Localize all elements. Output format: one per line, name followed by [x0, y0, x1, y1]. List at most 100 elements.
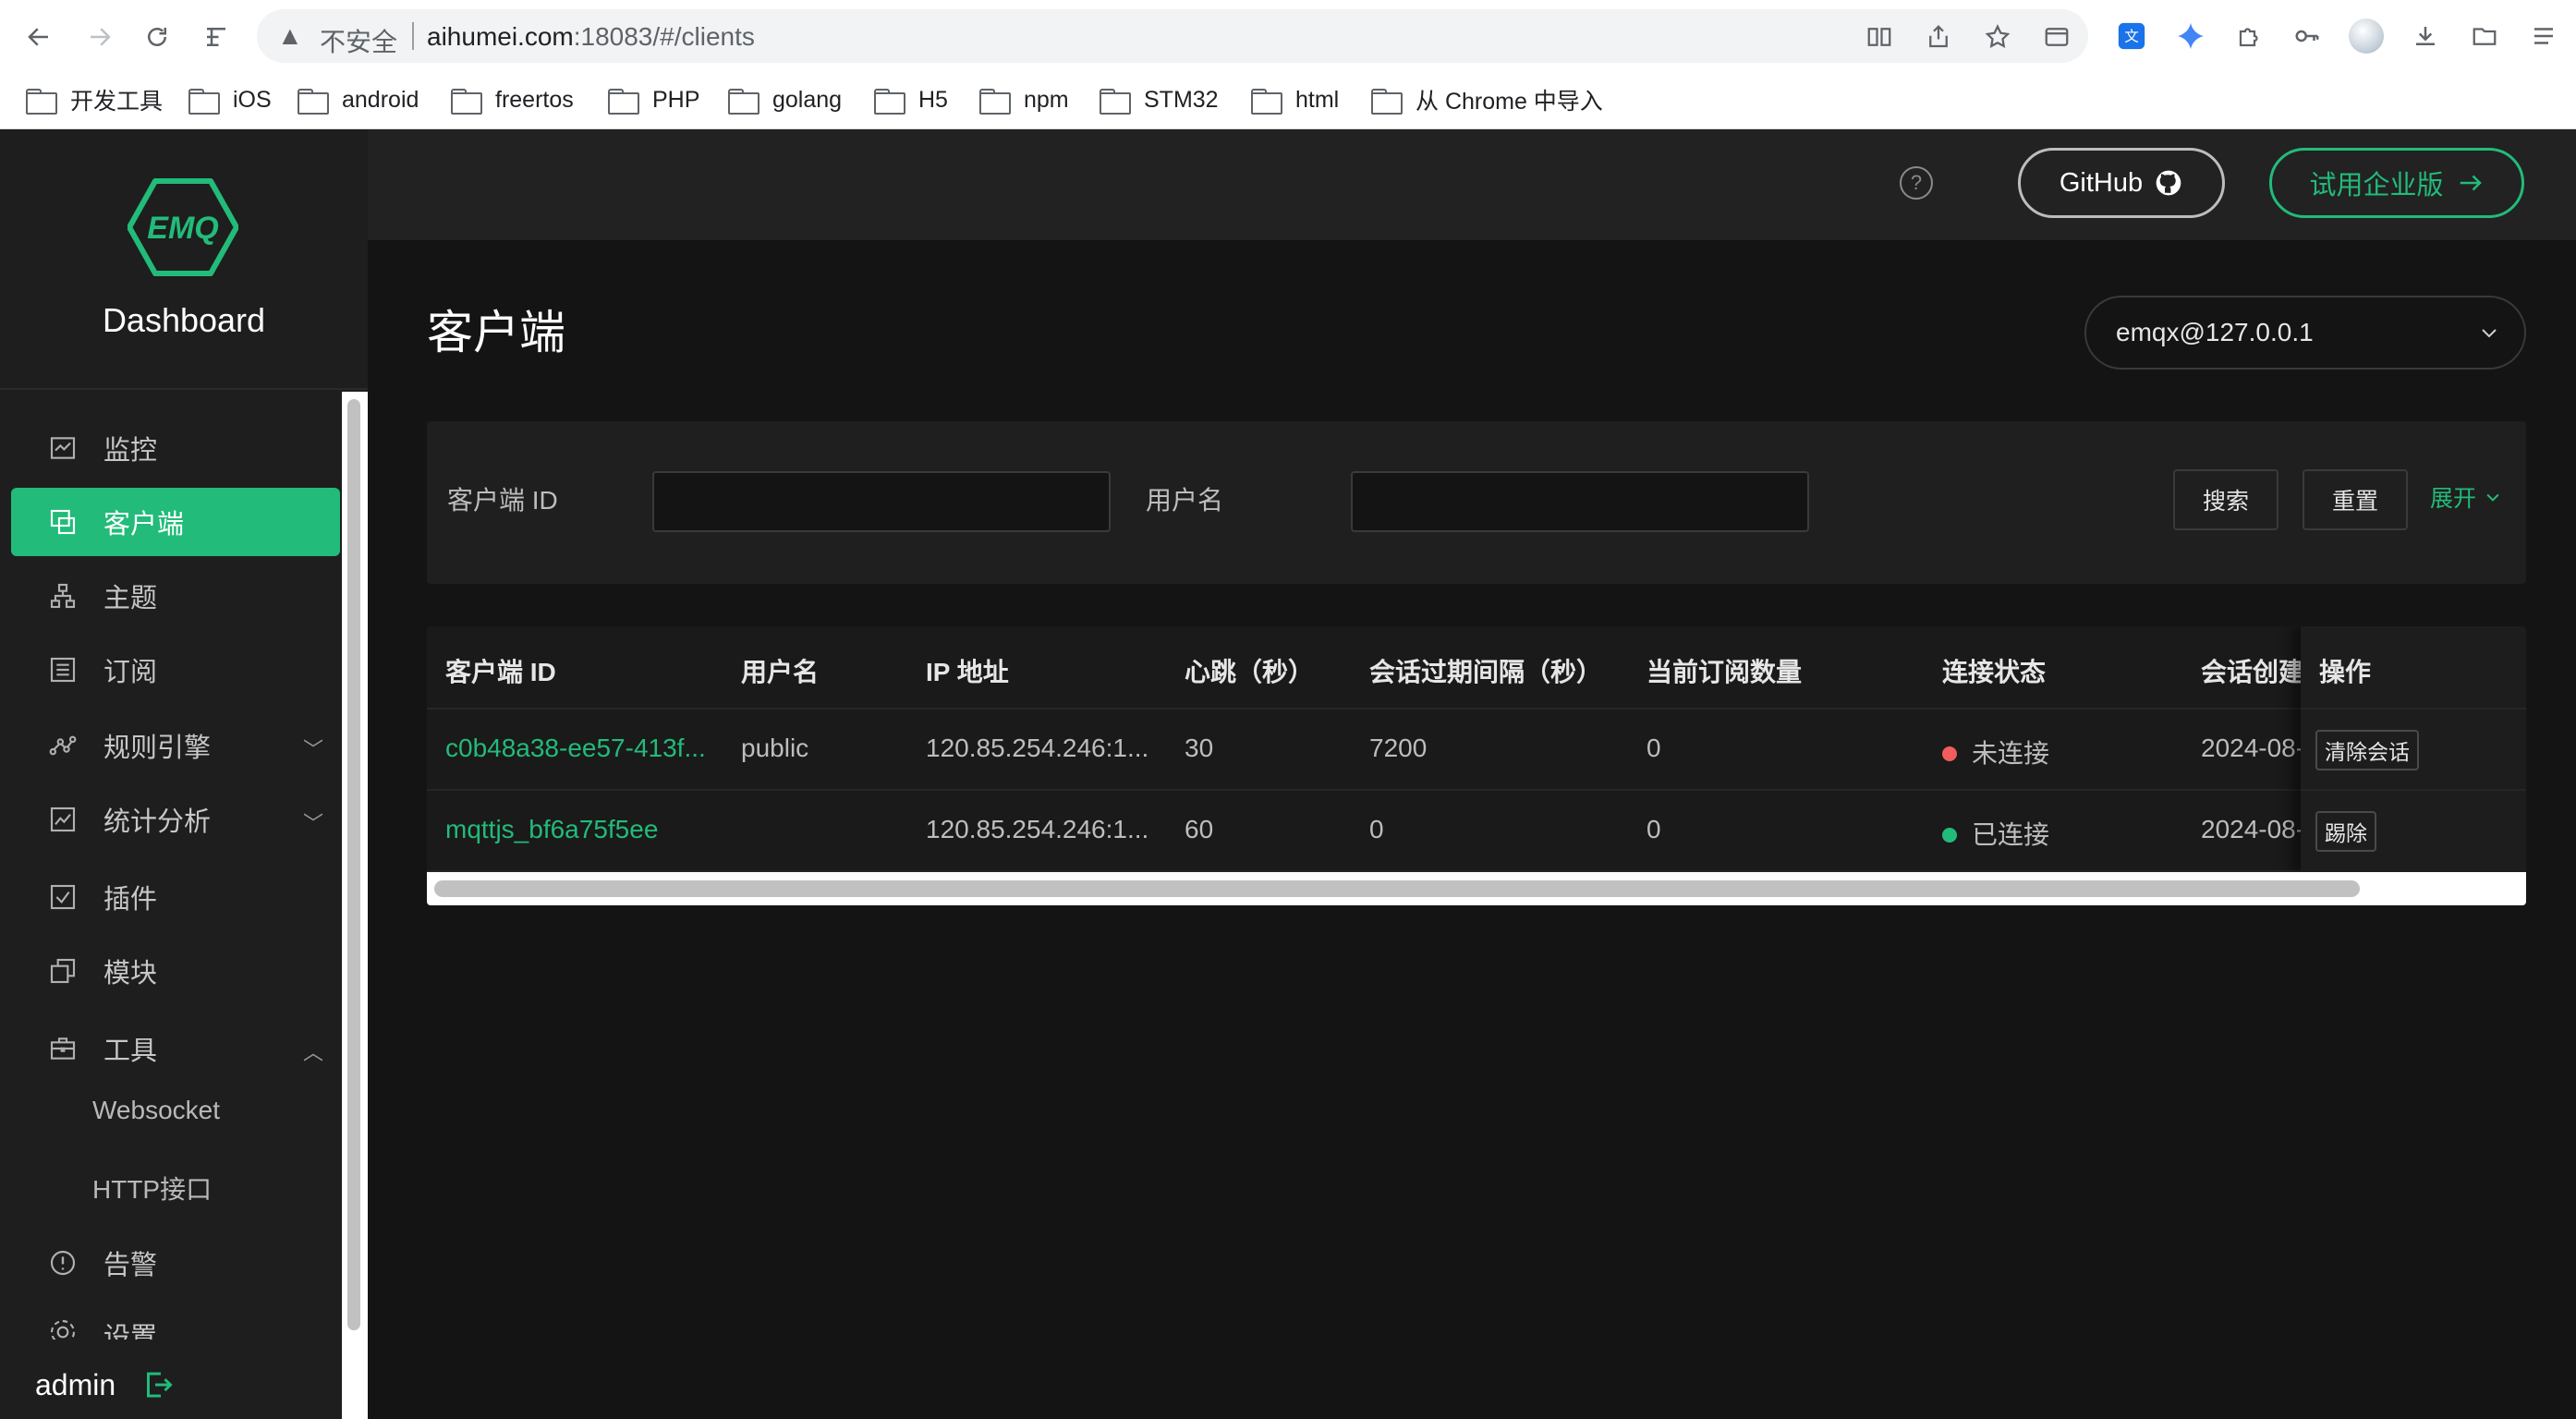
expiry-cell: 0: [1369, 815, 1384, 843]
sidebar-item-rule-engine[interactable]: 规则引擎 ﹀: [11, 711, 340, 780]
client-id-label: 客户端 ID: [447, 486, 558, 515]
table-horizontal-scrollbar[interactable]: [427, 872, 2526, 905]
password-key-icon[interactable]: [2288, 17, 2327, 55]
reset-button[interactable]: 重置: [2303, 469, 2408, 530]
sidebar-item-plugins[interactable]: 插件: [11, 863, 340, 931]
sidebar-scrollbar-thumb[interactable]: [347, 399, 360, 1330]
address-bar[interactable]: ▲ 不安全 aihumei.com:18083/#/clients: [257, 9, 2088, 63]
row-divider: [2301, 789, 2526, 791]
bookmark-folder[interactable]: golang: [728, 81, 842, 118]
brand-title: Dashboard: [102, 301, 266, 339]
search-button[interactable]: 搜索: [2173, 469, 2278, 530]
back-icon[interactable]: [18, 17, 59, 57]
status-text: 未连接: [1972, 739, 2050, 768]
reading-list-icon[interactable]: [196, 17, 237, 57]
bookmark-folder[interactable]: npm: [979, 81, 1069, 118]
sidebar-item-settings[interactable]: 设置: [11, 1303, 340, 1340]
monitor-chart-icon: [46, 431, 79, 465]
forward-icon[interactable]: [79, 17, 120, 57]
sidebar-item-tools[interactable]: 工具 ︿: [11, 1014, 340, 1083]
github-button[interactable]: GitHub: [2018, 148, 2225, 218]
bookmark-label: golang: [772, 86, 843, 113]
browser-menu-icon[interactable]: [2524, 17, 2563, 55]
ip-cell: 120.85.254.246:1...: [926, 734, 1149, 762]
bookmark-folder[interactable]: PHP: [608, 81, 699, 118]
kick-client-button[interactable]: 踢除: [2315, 811, 2376, 852]
column-header-status[interactable]: 连接状态: [1942, 652, 2046, 689]
github-icon: [2156, 170, 2181, 196]
bookmark-star-icon[interactable]: [1981, 20, 2014, 54]
chevron-down-icon: ﹀: [302, 738, 323, 761]
bookmark-folder[interactable]: STM32: [1100, 81, 1219, 118]
bookmark-folder[interactable]: 开发工具: [26, 81, 163, 118]
column-header-expiry[interactable]: 会话过期间隔（秒）: [1369, 652, 1602, 689]
sidebar-item-subscriptions[interactable]: 订阅: [11, 636, 340, 704]
sidebar-item-modules[interactable]: 模块: [11, 937, 340, 1005]
column-header-keepalive[interactable]: 心跳（秒）: [1185, 652, 1314, 689]
column-header-created[interactable]: 会话创建: [2201, 652, 2304, 689]
logout-icon[interactable]: [141, 1368, 175, 1401]
subscription-list-icon: [46, 653, 79, 686]
folder-icon: [979, 89, 1011, 115]
try-enterprise-label: 试用企业版: [2309, 171, 2444, 200]
client-id-input[interactable]: [652, 471, 1111, 532]
column-header-subscriptions[interactable]: 当前订阅数量: [1646, 652, 1802, 689]
warning-triangle-icon[interactable]: ▲: [277, 21, 303, 51]
sidebar-item-monitor[interactable]: 监控: [11, 414, 340, 482]
bookmark-folder[interactable]: html: [1251, 81, 1339, 118]
sidebar-subitem-http-api[interactable]: HTTP接口: [92, 1170, 212, 1207]
sidebar-item-topics[interactable]: 主题: [11, 562, 340, 630]
settings-icon: [46, 1316, 79, 1340]
sidebar-item-analytics[interactable]: 统计分析 ﹀: [11, 785, 340, 854]
bookmark-folder[interactable]: H5: [874, 81, 948, 118]
gemini-sparkle-icon[interactable]: [2171, 17, 2210, 55]
bookmark-folder[interactable]: 从 Chrome 中导入: [1371, 81, 1603, 118]
keepalive-cell: 30: [1185, 734, 1214, 762]
bookmark-label: android: [342, 86, 419, 113]
logo-text: EMQ: [147, 211, 218, 246]
column-header-ip[interactable]: IP 地址: [926, 652, 1009, 689]
username-input[interactable]: [1351, 471, 1809, 532]
share-icon[interactable]: [1922, 20, 1955, 54]
help-icon[interactable]: ?: [1900, 166, 1933, 200]
reader-mode-icon[interactable]: [1863, 20, 1896, 54]
profile-avatar-icon[interactable]: [2347, 17, 2386, 55]
try-enterprise-button[interactable]: 试用企业版: [2269, 148, 2524, 218]
emq-logo[interactable]: EMQ: [128, 177, 238, 277]
clients-table: 客户端 ID 用户名 IP 地址 心跳（秒） 会话过期间隔（秒） 当前订阅数量 …: [427, 626, 2526, 905]
sidebar-item-clients[interactable]: 客户端: [11, 488, 340, 556]
client-id-link[interactable]: mqttjs_bf6a75f5ee: [445, 815, 658, 844]
folder-icon: [298, 89, 329, 115]
bookmark-folder[interactable]: android: [298, 81, 419, 118]
analytics-icon: [46, 803, 79, 836]
insecure-label[interactable]: 不安全: [320, 22, 397, 59]
sidebar-subitem-websocket[interactable]: Websocket: [92, 1096, 220, 1125]
column-header-client-id[interactable]: 客户端 ID: [445, 652, 556, 689]
folder-icon[interactable]: [2465, 17, 2504, 55]
url-path: :18083/#/clients: [573, 22, 755, 51]
keepalive-cell: 60: [1185, 815, 1214, 843]
bookmark-folder[interactable]: iOS: [188, 81, 272, 118]
client-id-link[interactable]: c0b48a38-ee57-413f...: [445, 734, 706, 763]
actions-column: 操作 清除会话 踢除: [2301, 626, 2526, 872]
node-select-value: emqx@127.0.0.1: [2116, 318, 2314, 346]
extensions-puzzle-icon[interactable]: [2230, 17, 2269, 55]
table-scrollbar-thumb[interactable]: [434, 880, 2360, 897]
clear-session-button[interactable]: 清除会话: [2315, 730, 2419, 770]
clients-icon: [46, 505, 79, 539]
sidebar-item-alarms[interactable]: 告警: [11, 1229, 340, 1297]
column-header-username[interactable]: 用户名: [741, 652, 819, 689]
sidebar-item-label: 监控: [103, 436, 158, 466]
toolbox-icon: [46, 1032, 79, 1065]
translate-icon[interactable]: 文: [2112, 17, 2151, 55]
expand-filter-link[interactable]: 展开: [2430, 480, 2502, 514]
bookmark-folder[interactable]: freertos: [451, 81, 574, 118]
tab-search-icon[interactable]: [2040, 20, 2073, 54]
reload-icon[interactable]: [137, 17, 177, 57]
node-select[interactable]: emqx@127.0.0.1: [2084, 296, 2526, 370]
download-icon[interactable]: [2406, 17, 2445, 55]
url-text[interactable]: aihumei.com:18083/#/clients: [427, 22, 755, 52]
sidebar-item-label: 订阅: [103, 658, 158, 687]
created-cell: 2024-08-: [2201, 734, 2305, 762]
sidebar-scrollbar[interactable]: [342, 392, 368, 1419]
